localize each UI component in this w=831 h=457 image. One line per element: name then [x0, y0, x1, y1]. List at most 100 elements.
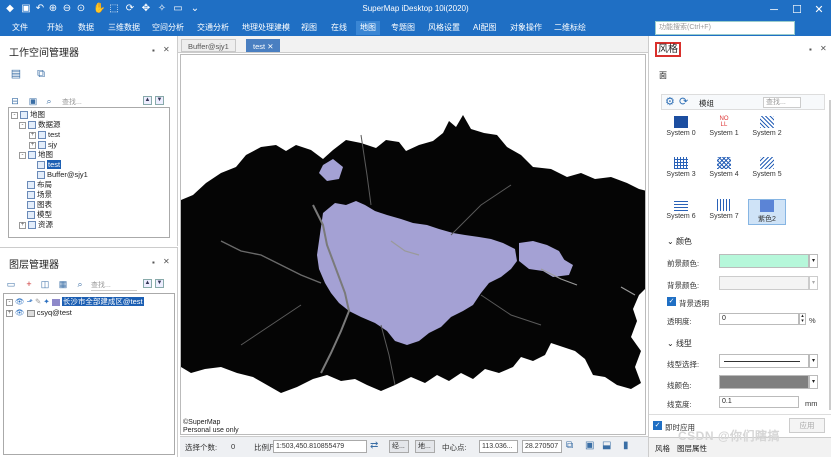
tree-node-chart[interactable]: 图表 — [27, 200, 52, 210]
tab-test[interactable]: test ✕ — [246, 39, 281, 52]
tree-node-sjy[interactable]: + sjy — [29, 140, 57, 150]
open-icon[interactable]: ⊟ — [10, 96, 20, 106]
symbol-system3[interactable]: System 3 — [662, 157, 700, 178]
layout-icon[interactable]: ▮ — [623, 440, 629, 451]
refresh-icon[interactable]: ⟳ — [679, 95, 688, 108]
menu-ai-color[interactable]: AI配图 — [469, 21, 501, 35]
color-section-header[interactable]: ⌄ 颜色 — [667, 236, 692, 247]
image-icon[interactable]: ▣ — [585, 440, 594, 451]
symbol-system7[interactable]: System 7 — [705, 199, 743, 220]
chevron-down-icon[interactable]: ▾ — [809, 254, 818, 268]
eye-icon[interactable]: 👁 — [15, 308, 25, 317]
swap-icon[interactable]: ⇄ — [370, 440, 378, 451]
menu-start[interactable]: 开始 — [43, 21, 67, 35]
snap-icon[interactable]: ✦ — [43, 297, 49, 306]
pin-icon[interactable]: ▪ — [809, 45, 812, 54]
menu-thematic[interactable]: 专题图 — [387, 21, 419, 35]
menu-file[interactable]: 文件 — [8, 21, 32, 35]
function-search-input[interactable]: 功能搜索(Ctrl+F) — [655, 21, 795, 35]
tree-node-layout[interactable]: 布局 — [27, 180, 52, 190]
eye-icon[interactable]: 👁 — [15, 297, 25, 306]
tree-node-test-ds[interactable]: + test — [29, 130, 60, 140]
tab-layer-properties[interactable]: 图层属性 — [677, 443, 707, 454]
menu-traffic-analysis[interactable]: 交通分析 — [193, 21, 233, 35]
search-icon[interactable]: ⌕ — [44, 96, 54, 106]
edit-icon[interactable]: ✎ — [35, 297, 41, 306]
coord-button-1[interactable]: 经... — [389, 440, 409, 453]
symbol-purple2[interactable]: 紫色2 — [748, 199, 786, 225]
arrow-down-icon[interactable]: ▼ — [155, 96, 164, 105]
arrow-down-icon[interactable]: ▼ — [155, 279, 164, 288]
pin-icon[interactable]: ▪ — [152, 46, 155, 55]
tab-buffer[interactable]: Buffer@sjy1 — [181, 39, 236, 52]
center-x-input[interactable]: 113.036... — [479, 440, 518, 453]
menu-object-ops[interactable]: 对象操作 — [506, 21, 546, 35]
tab-style[interactable]: 风格 — [655, 443, 670, 454]
menu-online[interactable]: 在线 — [327, 21, 351, 35]
tree-node-resources[interactable]: + 资源 — [19, 220, 53, 230]
fore-color-picker[interactable] — [719, 254, 809, 268]
copy-icon[interactable]: ⧉ — [566, 440, 573, 451]
tree-node-scene[interactable]: 场景 — [27, 190, 52, 200]
face-tab[interactable]: 面 — [659, 70, 667, 81]
symbol-system0[interactable]: System 0 — [662, 116, 700, 137]
close-tab-icon[interactable]: ✕ — [267, 42, 273, 51]
pin-icon[interactable]: ▪ — [152, 258, 155, 267]
menu-2d-plotting[interactable]: 二维标绘 — [550, 21, 590, 35]
chevron-down-icon[interactable]: ▾ — [809, 375, 818, 389]
close-icon[interactable]: ✕ — [820, 44, 827, 53]
chevron-down-icon[interactable]: ▾ — [809, 276, 818, 290]
center-y-input[interactable]: 28.270507 — [522, 440, 562, 453]
back-color-picker[interactable] — [719, 276, 809, 290]
layer-search-input[interactable]: 查找... — [91, 280, 137, 291]
menu-3d-data[interactable]: 三维数据 — [104, 21, 144, 35]
new-icon[interactable]: ▣ — [28, 96, 38, 106]
symbol-system1[interactable]: NO LL System 1 — [705, 116, 743, 137]
maximize-icon[interactable]: ☐ — [786, 1, 808, 19]
symbol-system4[interactable]: System 4 — [705, 157, 743, 178]
opacity-input[interactable]: 0 — [719, 313, 799, 325]
menu-spatial-analysis[interactable]: 空间分析 — [148, 21, 188, 35]
line-color-picker[interactable] — [719, 375, 809, 389]
settings-icon[interactable]: ⬓ — [602, 440, 611, 451]
open-workspace-icon[interactable]: ⧉ — [35, 69, 47, 81]
menu-view[interactable]: 视图 — [297, 21, 321, 35]
menu-style-settings[interactable]: 风格设置 — [424, 21, 464, 35]
transparent-bg-checkbox[interactable]: ✓ — [667, 297, 676, 306]
tree-node-maps[interactable]: - 地图 — [19, 150, 53, 160]
gear-icon[interactable]: ⚙ — [665, 95, 675, 108]
arrow-up-icon[interactable]: ▲ — [143, 96, 152, 105]
tree-node-map-root[interactable]: - 地图 — [11, 110, 45, 120]
close-icon[interactable]: ✕ — [163, 257, 170, 266]
layer-add-icon[interactable]: ▭ — [6, 279, 16, 289]
close-icon[interactable]: ✕ — [808, 1, 830, 19]
line-style-combobox[interactable] — [719, 354, 809, 368]
arrow-up-icon[interactable]: ▲ — [143, 279, 152, 288]
workspace-icon[interactable]: ▤ — [10, 69, 22, 81]
menu-data[interactable]: 数据 — [74, 21, 98, 35]
line-width-input[interactable]: 0.1 — [719, 396, 799, 408]
apply-button[interactable]: 应用 — [789, 418, 825, 433]
menu-geoprocessing[interactable]: 地理处理建模 — [238, 21, 294, 35]
map-view[interactable]: ©SuperMap Personal use only — [180, 54, 646, 435]
stepper-icon[interactable]: ▴ ▾ — [799, 313, 806, 325]
symbol-system6[interactable]: System 6 — [662, 199, 700, 220]
menu-map[interactable]: 地图 — [356, 21, 380, 35]
tree-node-buffer-map[interactable]: Buffer@sjy1 — [37, 170, 88, 180]
select-icon[interactable]: ⬏ — [27, 297, 33, 306]
instant-apply-checkbox[interactable]: ✓ — [653, 421, 662, 430]
layer-group-icon[interactable]: ◫ — [40, 279, 50, 289]
tree-node-model[interactable]: 模型 — [27, 210, 52, 220]
tree-node-test-map[interactable]: test — [37, 160, 62, 170]
symbol-search-input[interactable]: 查找... — [763, 97, 801, 108]
symbol-system5[interactable]: System 5 — [748, 157, 786, 178]
layer-item-builtup[interactable]: - 👁 ⬏ ✎ ✦ 长沙市全部建成区@test — [6, 297, 144, 307]
chevron-down-icon[interactable]: ▾ — [809, 354, 818, 368]
symbol-system2[interactable]: System 2 — [748, 116, 786, 137]
close-icon[interactable]: ✕ — [163, 45, 170, 54]
line-section-header[interactable]: ⌄ 线型 — [667, 338, 692, 349]
search-icon[interactable]: ⌕ — [75, 279, 85, 289]
layer-item-csyq[interactable]: + 👁 csyq@test — [6, 308, 72, 318]
coord-button-2[interactable]: 地... — [415, 440, 435, 453]
tree-node-datasources[interactable]: - 数据源 — [19, 120, 61, 130]
